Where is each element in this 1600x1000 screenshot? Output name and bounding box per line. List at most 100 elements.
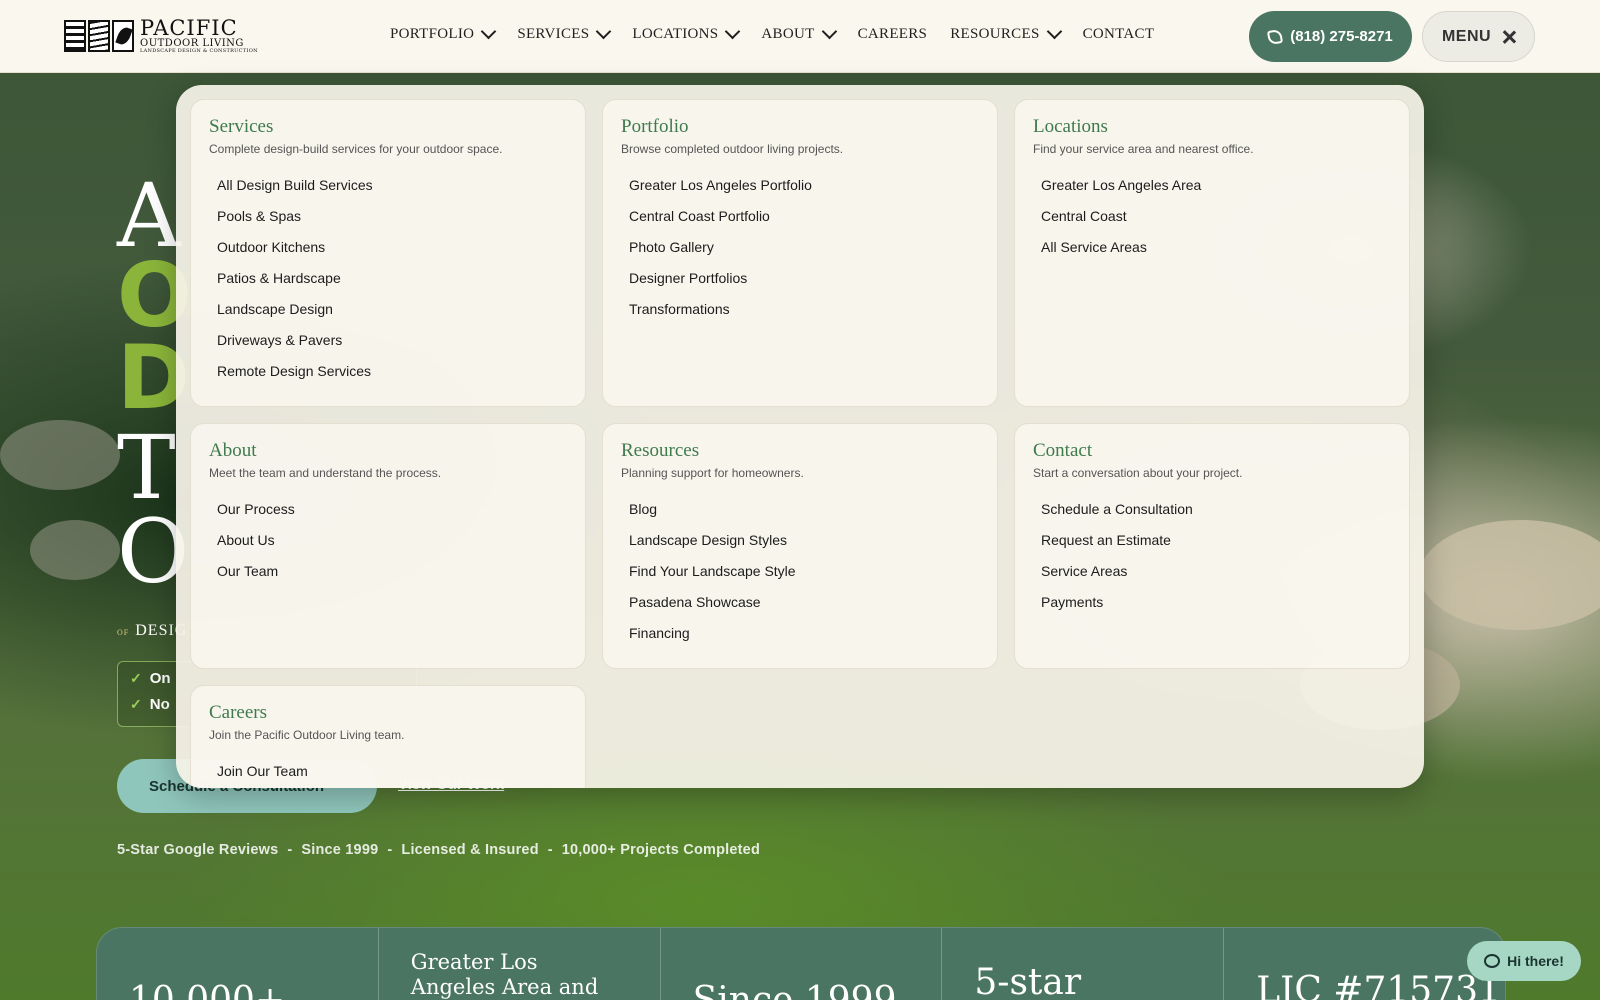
rock bbox=[30, 520, 120, 580]
menu-card-services: Services Complete design-build services … bbox=[190, 99, 586, 407]
close-icon bbox=[1503, 31, 1515, 43]
menu-link[interactable]: Our Team bbox=[209, 556, 567, 587]
nav-services[interactable]: SERVICES bbox=[517, 23, 612, 43]
menu-link[interactable]: Transformations bbox=[621, 294, 979, 325]
chevron-down-icon bbox=[1046, 23, 1062, 40]
card-title: Portfolio bbox=[621, 116, 689, 137]
card-title: Careers bbox=[209, 702, 268, 723]
menu-link[interactable]: Designer Portfolios bbox=[621, 263, 979, 294]
menu-link[interactable]: Payments bbox=[1033, 587, 1391, 618]
card-links: Join Our Team bbox=[209, 756, 567, 787]
card-links: All Design Build Services Pools & Spas O… bbox=[209, 170, 567, 387]
menu-link[interactable]: Photo Gallery bbox=[621, 232, 979, 263]
card-title: Services bbox=[209, 116, 274, 137]
chevron-down-icon bbox=[481, 23, 497, 40]
nav-label: SERVICES bbox=[517, 26, 590, 42]
rock bbox=[1420, 520, 1600, 630]
stat-value: LIC #715731 bbox=[1256, 970, 1501, 1000]
menu-link[interactable]: Blog bbox=[621, 494, 979, 525]
benefit-item: ✓ No bbox=[130, 696, 170, 713]
menu-link[interactable]: Find Your Landscape Style bbox=[621, 556, 979, 587]
menu-label: MENU bbox=[1441, 27, 1492, 45]
menu-card-locations: Locations Find your service area and nea… bbox=[1014, 99, 1410, 407]
menu-link[interactable]: Financing bbox=[621, 618, 979, 649]
trust-item: 10,000+ Projects Completed bbox=[561, 842, 760, 858]
menu-link[interactable]: Landscape Design bbox=[209, 294, 567, 325]
stat-value: Since 1999 bbox=[693, 980, 897, 1000]
benefit-text: No bbox=[149, 696, 170, 713]
logo-line-1: PACIFIC bbox=[140, 16, 238, 40]
menu-toggle-button[interactable]: MENU bbox=[1422, 11, 1535, 62]
stat-value: Greater Los Angeles Area and the Central bbox=[410, 950, 599, 1000]
chat-button[interactable]: Hi there! bbox=[1467, 941, 1581, 981]
menu-link[interactable]: About Us bbox=[209, 525, 567, 556]
menu-link[interactable]: Patios & Hardscape bbox=[209, 263, 567, 294]
nav-locations[interactable]: LOCATIONS bbox=[632, 23, 741, 43]
menu-link[interactable]: Pools & Spas bbox=[209, 201, 567, 232]
logo-line-3: LANDSCAPE DESIGN & CONSTRUCTION bbox=[140, 48, 258, 54]
stat-value: 5-star bbox=[974, 962, 1082, 1000]
card-description: Find your service area and nearest offic… bbox=[1033, 142, 1254, 156]
menu-link[interactable]: Join Our Team bbox=[209, 756, 567, 787]
stats-band: 10,000+ Greater Los Angeles Area and the… bbox=[96, 927, 1506, 1000]
card-description: Join the Pacific Outdoor Living team. bbox=[209, 728, 405, 742]
check-icon: ✓ bbox=[130, 670, 142, 686]
nav-portfolio[interactable]: PORTFOLIO bbox=[390, 23, 497, 43]
menu-link[interactable]: Central Coast Portfolio bbox=[621, 201, 979, 232]
menu-link[interactable]: Schedule a Consultation bbox=[1033, 494, 1391, 525]
card-links: Greater Los Angeles Portfolio Central Co… bbox=[621, 170, 979, 325]
card-links: Our Process About Us Our Team bbox=[209, 494, 567, 587]
trust-item: 5-Star Google Reviews bbox=[117, 842, 279, 858]
card-description: Meet the team and understand the process… bbox=[209, 466, 442, 480]
phone-icon bbox=[1267, 28, 1284, 45]
trust-item: Since 1999 bbox=[301, 842, 379, 858]
menu-link[interactable]: Outdoor Kitchens bbox=[209, 232, 567, 263]
trust-bar: 5-Star Google Reviews - Since 1999- License… bbox=[117, 842, 760, 858]
menu-card-portfolio: Portfolio Browse completed outdoor livin… bbox=[602, 99, 998, 407]
menu-link[interactable]: Request an Estimate bbox=[1033, 525, 1391, 556]
menu-link[interactable]: Remote Design Services bbox=[209, 356, 567, 387]
menu-link[interactable]: Service Areas bbox=[1033, 556, 1391, 587]
nav-label: RESOURCES bbox=[950, 26, 1040, 42]
logo-text: PACIFIC OUTDOOR LIVING LANDSCAPE DESIGN … bbox=[140, 18, 258, 54]
check-icon: ✓ bbox=[130, 696, 142, 712]
nav-resources[interactable]: RESOURCES bbox=[950, 23, 1062, 43]
logo-mark-icon bbox=[64, 20, 134, 52]
mega-menu: Services Complete design-build services … bbox=[176, 85, 1424, 788]
site-header: PACIFIC OUTDOOR LIVING LANDSCAPE DESIGN … bbox=[0, 0, 1600, 73]
menu-link[interactable]: Central Coast bbox=[1033, 201, 1391, 232]
phone-number: (818) 275-8271 bbox=[1290, 28, 1393, 45]
nav-about[interactable]: ABOUT bbox=[761, 23, 837, 43]
main-nav: PORTFOLIO SERVICES LOCATIONS ABOUT CAREE… bbox=[390, 23, 1177, 43]
chevron-down-icon bbox=[821, 23, 837, 40]
subtitle-prefix: OF bbox=[117, 628, 130, 637]
nav-careers[interactable]: CAREERS bbox=[858, 26, 928, 43]
stat-since: Since 1999 bbox=[661, 928, 943, 1000]
menu-link[interactable]: Driveways & Pavers bbox=[209, 325, 567, 356]
stat-rating: 5-star bbox=[942, 928, 1225, 1000]
trust-item: Licensed & Insured bbox=[401, 842, 539, 858]
trust-separator: - bbox=[287, 842, 293, 858]
card-links: Blog Landscape Design Styles Find Your L… bbox=[621, 494, 979, 649]
nav-label: CAREERS bbox=[857, 26, 928, 42]
card-title: Contact bbox=[1033, 440, 1093, 461]
nav-contact[interactable]: CONTACT bbox=[1083, 26, 1155, 43]
menu-card-careers: Careers Join the Pacific Outdoor Living … bbox=[190, 685, 586, 788]
chevron-down-icon bbox=[725, 23, 741, 40]
chevron-down-icon bbox=[596, 23, 612, 40]
menu-link[interactable]: All Design Build Services bbox=[209, 170, 567, 201]
phone-button[interactable]: (818) 275-8271 bbox=[1249, 11, 1412, 62]
site-logo[interactable]: PACIFIC OUTDOOR LIVING LANDSCAPE DESIGN … bbox=[64, 18, 258, 54]
card-title: About bbox=[209, 440, 257, 461]
nav-label: ABOUT bbox=[761, 26, 815, 42]
menu-link[interactable]: Pasadena Showcase bbox=[621, 587, 979, 618]
menu-link[interactable]: Landscape Design Styles bbox=[621, 525, 979, 556]
trust-separator: - bbox=[547, 842, 553, 858]
menu-link[interactable]: Greater Los Angeles Portfolio bbox=[621, 170, 979, 201]
menu-link[interactable]: All Service Areas bbox=[1033, 232, 1391, 263]
menu-link[interactable]: Our Process bbox=[209, 494, 567, 525]
menu-card-resources: Resources Planning support for homeowner… bbox=[602, 423, 998, 669]
menu-link[interactable]: Greater Los Angeles Area bbox=[1033, 170, 1391, 201]
stat-license: LIC #715731 bbox=[1224, 928, 1505, 1000]
menu-card-about: About Meet the team and understand the p… bbox=[190, 423, 586, 669]
